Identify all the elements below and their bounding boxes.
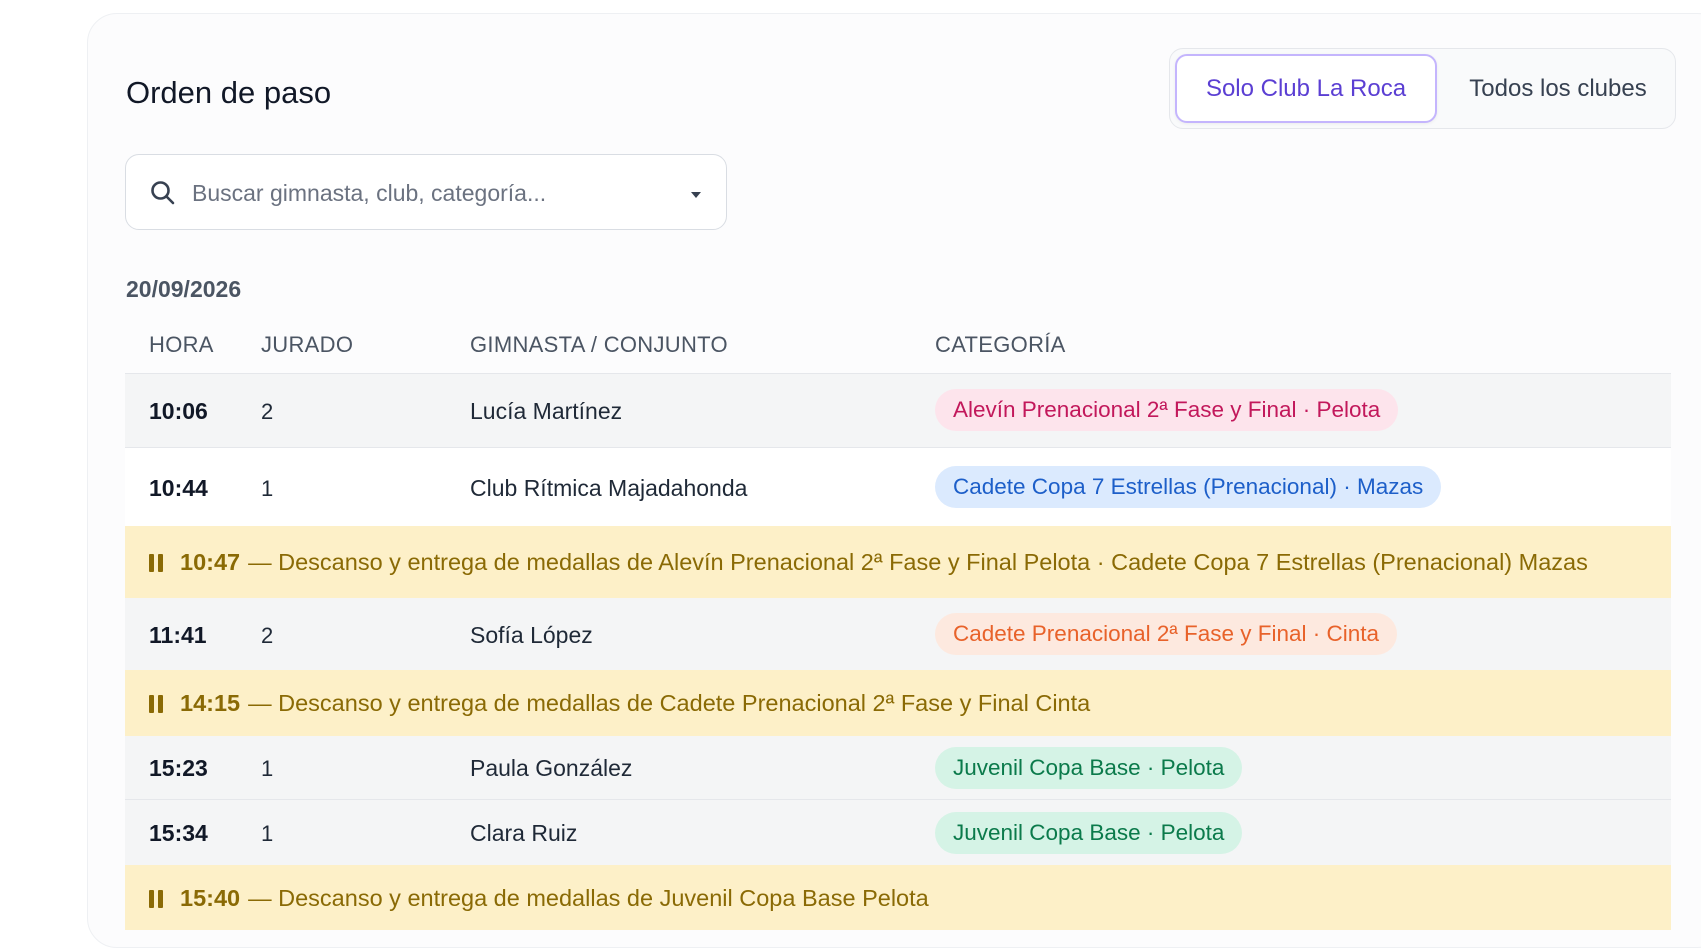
- schedule-date: 20/09/2026: [126, 276, 242, 302]
- category-badge: Juvenil Copa Base · Pelota: [935, 747, 1243, 789]
- toggle-todos-clubes-button[interactable]: Todos los clubes: [1445, 54, 1671, 123]
- category-badge: Cadete Copa 7 Estrellas (Prenacional) · …: [935, 466, 1442, 508]
- break-description: — Descanso y entrega de medallas de Alev…: [248, 549, 1588, 575]
- table-row[interactable]: 10:06 2 Lucía Martínez Alevín Prenaciona…: [125, 374, 1671, 447]
- row-gymnast: Clara Ruiz: [470, 820, 578, 846]
- club-filter-toggle: Solo Club La Roca Todos los clubes: [1169, 48, 1676, 129]
- row-jurado: 1: [261, 756, 274, 781]
- row-time: 11:41: [149, 622, 207, 648]
- column-header-gimnasta: GIMNASTA / CONJUNTO: [470, 332, 728, 357]
- break-text: 15:40 — Descanso y entrega de medallas d…: [149, 885, 929, 912]
- break-time: 14:15: [180, 690, 241, 716]
- pause-icon: [149, 694, 163, 713]
- row-jurado: 1: [261, 476, 274, 501]
- row-time: 15:34: [149, 820, 208, 846]
- category-badge: Cadete Prenacional 2ª Fase y Final · Cin…: [935, 613, 1398, 655]
- page-title: Orden de paso: [126, 75, 332, 110]
- pause-icon: [149, 889, 163, 908]
- search-box[interactable]: [125, 154, 727, 230]
- row-time: 10:06: [149, 398, 208, 424]
- category-badge: Juvenil Copa Base · Pelota: [935, 812, 1243, 854]
- table-row[interactable]: 15:34 1 Clara Ruiz Juvenil Copa Base · P…: [125, 800, 1671, 865]
- break-time: 15:40: [180, 885, 241, 911]
- table-row[interactable]: 10:44 1 Club Rítmica Majadahonda Cadete …: [125, 448, 1671, 526]
- column-header-jurado: JURADO: [261, 332, 354, 357]
- category-badge: Alevín Prenacional 2ª Fase y Final · Pel…: [935, 389, 1399, 431]
- pause-icon: [149, 553, 163, 572]
- break-time: 10:47: [180, 549, 241, 575]
- row-gymnast: Club Rítmica Majadahonda: [470, 475, 748, 501]
- break-description: — Descanso y entrega de medallas de Cade…: [248, 690, 1091, 716]
- break-text: 10:47 — Descanso y entrega de medallas d…: [149, 549, 1588, 576]
- search-input[interactable]: [192, 173, 662, 213]
- row-gymnast: Sofía López: [470, 622, 593, 648]
- chevron-down-icon[interactable]: [690, 191, 702, 199]
- page-gutter: [0, 0, 68, 952]
- break-text: 14:15 — Descanso y entrega de medallas d…: [149, 690, 1090, 717]
- search-icon: [151, 181, 175, 205]
- toggle-solo-club-button[interactable]: Solo Club La Roca: [1175, 54, 1437, 123]
- row-gymnast: Lucía Martínez: [470, 398, 623, 424]
- row-jurado: 1: [261, 821, 274, 846]
- table-row[interactable]: 11:41 2 Sofía López Cadete Prenacional 2…: [125, 598, 1671, 670]
- column-header-hora: HORA: [149, 332, 214, 357]
- break-row: 14:15 — Descanso y entrega de medallas d…: [125, 670, 1671, 736]
- column-header-categoria: CATEGORÍA: [935, 332, 1066, 357]
- row-time: 15:23: [149, 755, 208, 781]
- table-row[interactable]: 15:23 1 Paula González Juvenil Copa Base…: [125, 736, 1671, 799]
- row-time: 10:44: [149, 475, 208, 501]
- row-jurado: 2: [261, 623, 274, 648]
- break-row: 10:47 — Descanso y entrega de medallas d…: [125, 526, 1671, 598]
- row-jurado: 2: [261, 399, 274, 424]
- row-gymnast: Paula González: [470, 755, 633, 781]
- break-description: — Descanso y entrega de medallas de Juve…: [248, 885, 929, 911]
- break-row: 15:40 — Descanso y entrega de medallas d…: [125, 865, 1671, 930]
